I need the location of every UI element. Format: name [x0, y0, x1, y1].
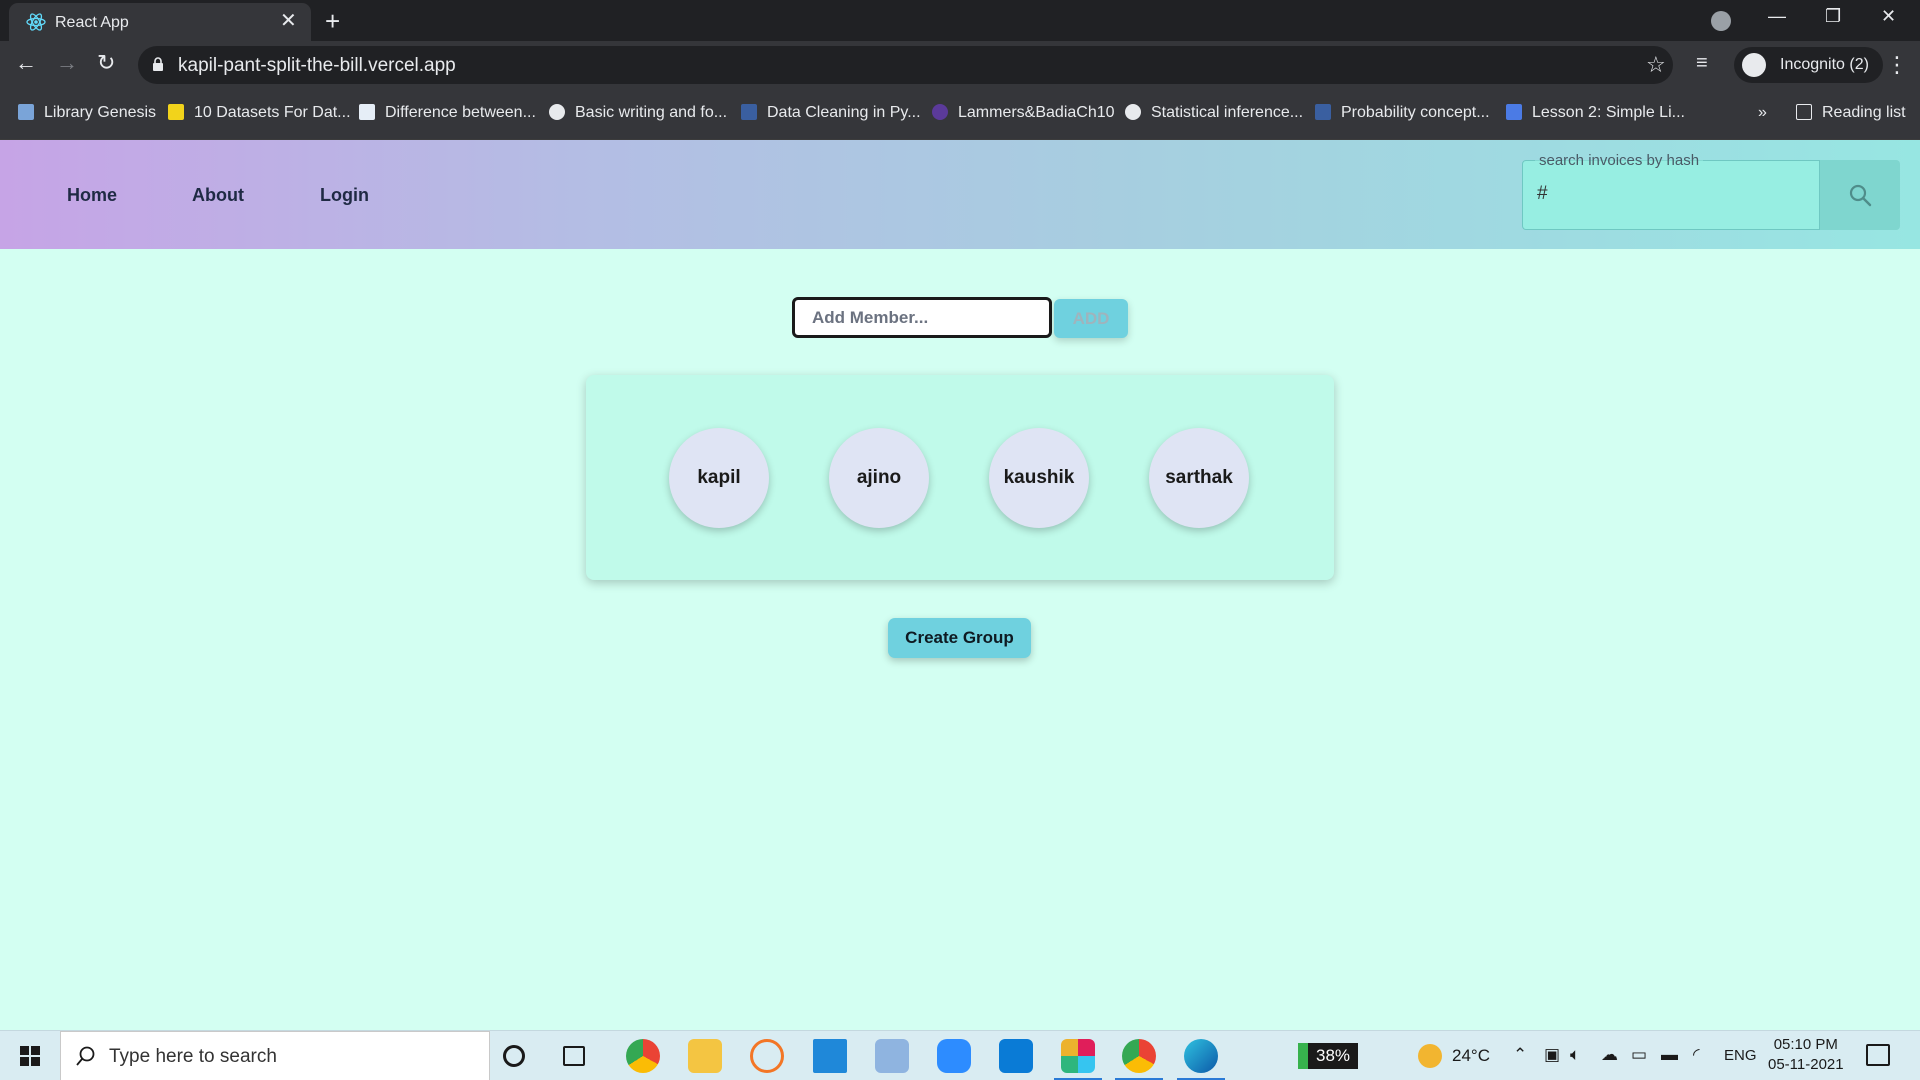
app-header: Home About Login search invoices by hash — [0, 140, 1920, 249]
add-member-input[interactable] — [792, 297, 1052, 338]
taskbar-search[interactable]: Type here to search — [60, 1031, 490, 1080]
bookmark-item[interactable]: Lesson 2: Simple Li... — [1506, 104, 1685, 122]
member-avatar[interactable]: sarthak — [1149, 428, 1249, 528]
menu-kebab-icon[interactable]: ⋮ — [1886, 52, 1908, 78]
bookmark-item[interactable]: Library Genesis — [18, 104, 156, 122]
bookmark-item[interactable]: Basic writing and fo... — [549, 104, 727, 122]
add-button[interactable]: ADD — [1054, 299, 1128, 338]
clock[interactable]: 05:10 PM 05-11-2021 — [1768, 1035, 1844, 1075]
notification-icon[interactable] — [1866, 1044, 1890, 1066]
nav-about[interactable]: About — [192, 185, 244, 206]
create-group-button[interactable]: Create Group — [888, 618, 1031, 658]
dataset-icon — [168, 104, 184, 120]
display-icon[interactable]: ▭ — [1631, 1045, 1647, 1065]
close-window-icon[interactable]: ✕ — [1881, 6, 1896, 27]
tab-search-icon[interactable] — [1711, 11, 1731, 31]
tab-title: React App — [55, 14, 129, 31]
nav-login[interactable]: Login — [320, 185, 369, 206]
search-field[interactable]: search invoices by hash — [1522, 152, 1820, 230]
bookmark-item[interactable]: Lammers&BadiaCh10 — [932, 104, 1115, 122]
search-label: search invoices by hash — [1535, 152, 1704, 169]
lock-icon — [153, 57, 163, 71]
edge-icon[interactable] — [1184, 1039, 1218, 1073]
chrome-icon[interactable] — [1122, 1039, 1156, 1073]
site-icon — [932, 104, 948, 120]
temperature-text[interactable]: 24°C — [1452, 1046, 1490, 1066]
reload-icon[interactable]: ↻ — [97, 51, 115, 75]
invoice-search: search invoices by hash — [1522, 152, 1900, 230]
globe-icon — [1125, 104, 1141, 120]
close-tab-icon[interactable]: ✕ — [280, 11, 297, 31]
cortana-icon[interactable] — [503, 1045, 525, 1067]
bookmark-item[interactable]: Probability concept... — [1315, 104, 1490, 122]
restore-icon[interactable]: ❐ — [1825, 6, 1841, 27]
book-icon — [18, 104, 34, 120]
battery-indicator[interactable]: 38% — [1298, 1043, 1358, 1069]
more-bookmarks-icon[interactable]: » — [1758, 104, 1767, 122]
react-icon — [26, 13, 46, 31]
browser-toolbar: ← → ↻ kapil-pant-split-the-bill.vercel.a… — [0, 41, 1920, 89]
github-icon — [549, 104, 565, 120]
snipping-icon[interactable] — [875, 1039, 909, 1073]
search-button[interactable] — [1820, 160, 1900, 230]
search-icon — [76, 1046, 95, 1066]
forward-icon[interactable]: → — [56, 51, 78, 75]
clock-date: 05-11-2021 — [1768, 1056, 1844, 1073]
tray-chevron-up-icon[interactable]: ⌃ — [1513, 1045, 1527, 1065]
address-bar[interactable]: kapil-pant-split-the-bill.vercel.app ☆ — [138, 46, 1673, 84]
chrome-icon[interactable] — [626, 1039, 660, 1073]
new-tab-icon[interactable]: + — [325, 8, 340, 34]
member-avatar[interactable]: kaushik — [989, 428, 1089, 528]
volume-icon[interactable]: 🔈︎ — [1570, 1045, 1580, 1065]
wifi-icon[interactable]: ◜ — [1693, 1045, 1700, 1065]
site-icon — [1506, 104, 1522, 120]
site-icon — [359, 104, 375, 120]
clock-time: 05:10 PM — [1773, 1036, 1838, 1053]
tds-icon — [1315, 104, 1331, 120]
browser-chrome: React App ✕ + — ❐ ✕ ← → ↻ kapil-pant-spl… — [0, 0, 1920, 140]
profile-button[interactable]: Incognito (2) — [1734, 47, 1883, 83]
member-avatar[interactable]: kapil — [669, 428, 769, 528]
reading-list-icon — [1796, 104, 1812, 120]
task-view-icon[interactable] — [563, 1046, 585, 1066]
minimize-icon[interactable]: — — [1768, 6, 1786, 27]
battery-icon[interactable]: ▬ — [1661, 1045, 1678, 1065]
bookmarks-bar: Library Genesis 10 Datasets For Dat... D… — [0, 89, 1920, 140]
windows-start-icon[interactable] — [20, 1046, 40, 1066]
tab-strip: React App ✕ + — ❐ ✕ — [0, 0, 1920, 41]
members-card: kapil ajino kaushik sarthak — [586, 375, 1334, 580]
jupyter-icon[interactable] — [750, 1039, 784, 1073]
language-indicator[interactable]: ENG — [1724, 1047, 1757, 1064]
taskbar-search-placeholder: Type here to search — [109, 1046, 277, 1067]
tds-icon — [741, 104, 757, 120]
bookmark-item[interactable]: Data Cleaning in Py... — [741, 104, 921, 122]
l-app-icon[interactable] — [813, 1039, 847, 1073]
windows-taskbar: Type here to search 38% 24°C ⌃ ▣ 🔈︎ ☁ ▭ … — [0, 1030, 1920, 1080]
bookmark-item[interactable]: Statistical inference... — [1125, 104, 1303, 122]
weather-icon[interactable] — [1418, 1044, 1442, 1068]
file-explorer-icon[interactable] — [688, 1039, 722, 1073]
search-icon — [1849, 184, 1872, 207]
back-icon[interactable]: ← — [15, 51, 37, 75]
bookmark-star-icon[interactable]: ☆ — [1646, 52, 1666, 78]
nav-home[interactable]: Home — [67, 185, 117, 206]
meet-icon[interactable]: ▣ — [1544, 1045, 1560, 1065]
search-input[interactable] — [1537, 183, 1807, 205]
profile-label: Incognito (2) — [1780, 56, 1869, 73]
slack-icon[interactable] — [1061, 1039, 1095, 1073]
media-queue-icon[interactable]: ≡ — [1696, 51, 1708, 75]
incognito-icon — [1742, 53, 1766, 77]
bookmark-item[interactable]: Difference between... — [359, 104, 536, 122]
member-avatar[interactable]: ajino — [829, 428, 929, 528]
url-text: kapil-pant-split-the-bill.vercel.app — [178, 55, 456, 76]
bookmark-item[interactable]: 10 Datasets For Dat... — [168, 104, 351, 122]
browser-tab[interactable]: React App ✕ — [9, 3, 311, 41]
reading-list-button[interactable]: Reading list — [1796, 104, 1906, 122]
zoom-icon[interactable] — [937, 1039, 971, 1073]
vscode-icon[interactable] — [999, 1039, 1033, 1073]
onedrive-icon[interactable]: ☁ — [1601, 1045, 1618, 1065]
